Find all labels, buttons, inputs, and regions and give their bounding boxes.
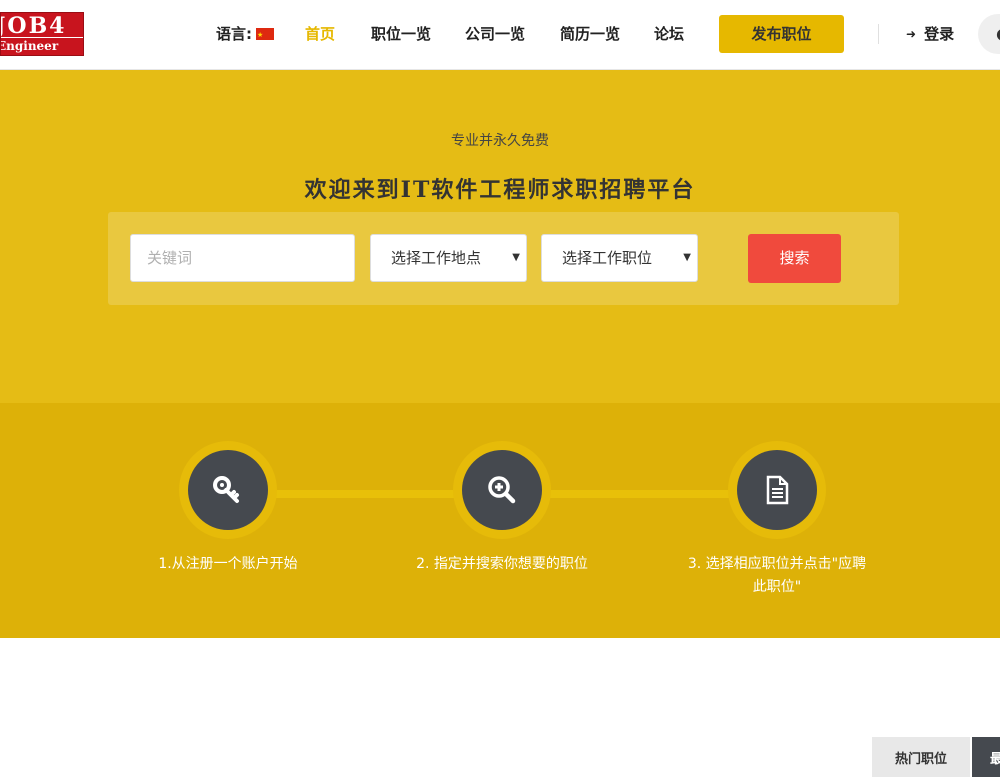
nav-item-jobs[interactable]: 职位一览 bbox=[371, 24, 431, 44]
step-2-badge bbox=[453, 441, 551, 539]
user-icon: ● bbox=[996, 24, 1000, 43]
nav-item-resumes[interactable]: 简历一览 bbox=[560, 24, 620, 44]
location-select-value: 选择工作地点 bbox=[391, 249, 482, 267]
keyword-input[interactable] bbox=[130, 234, 355, 282]
language-label: 语言: bbox=[216, 25, 252, 43]
document-icon bbox=[766, 475, 789, 505]
site-logo[interactable]: JOB4 Engineer bbox=[0, 12, 84, 56]
hero-title: 欢迎来到IT软件工程师求职招聘平台 bbox=[304, 177, 696, 203]
chevron-down-icon: ▼ bbox=[512, 252, 520, 263]
site-header: JOB4 Engineer 语言: 首页 职位一览 公司一览 简历一览 论坛 发… bbox=[0, 0, 1000, 70]
step-connector bbox=[270, 490, 460, 498]
step-3-text: 3. 选择相应职位并点击"应聘此职位" bbox=[687, 556, 867, 595]
nav-divider bbox=[878, 24, 879, 44]
location-select[interactable]: 选择工作地点 ▼ bbox=[370, 234, 527, 282]
nav-item-home[interactable]: 首页 bbox=[305, 24, 335, 44]
hero-section: 专业并永久免费 欢迎来到IT软件工程师求职招聘平台 选择工作地点 ▼ 选择工作职… bbox=[0, 70, 1000, 403]
key-icon bbox=[213, 476, 239, 503]
login-label: 登录 bbox=[924, 25, 955, 43]
step-1-text: 1.从注册一个账户开始 bbox=[158, 556, 298, 572]
hero-tagline: 专业并永久免费 bbox=[451, 133, 549, 149]
step-2-text: 2. 指定并搜索你想要的职位 bbox=[416, 556, 588, 572]
post-job-button[interactable]: 发布职位 bbox=[719, 15, 844, 53]
step-3-circle bbox=[737, 450, 817, 530]
language-selector[interactable]: 语言: bbox=[216, 24, 274, 45]
login-link[interactable]: ➜ 登录 bbox=[906, 24, 954, 44]
search-button[interactable]: 搜索 bbox=[748, 234, 841, 283]
step-3-badge bbox=[728, 441, 826, 539]
china-flag-icon bbox=[256, 25, 274, 45]
tab-hot-jobs[interactable]: 热门职位 bbox=[872, 737, 970, 777]
step-connector bbox=[545, 490, 735, 498]
logo-text-bottom: Engineer bbox=[1, 37, 83, 54]
step-1-circle bbox=[188, 450, 268, 530]
how-it-works-section: 1.从注册一个账户开始 2. 指定并搜索你想要的职位 3. 选择相应职位并点击"… bbox=[0, 403, 1000, 638]
logo-text-top: JOB4 bbox=[0, 13, 67, 39]
job-search-form: 选择工作地点 ▼ 选择工作职位 ▼ 搜索 bbox=[108, 212, 899, 305]
step-1-badge bbox=[179, 441, 277, 539]
job-select[interactable]: 选择工作职位 ▼ bbox=[541, 234, 698, 282]
search-plus-icon bbox=[488, 476, 516, 504]
step-2-circle bbox=[462, 450, 542, 530]
job-select-value: 选择工作职位 bbox=[562, 249, 653, 267]
sign-in-icon: ➜ bbox=[906, 27, 917, 41]
nav-item-forum[interactable]: 论坛 bbox=[654, 24, 684, 44]
tab-latest-jobs[interactable]: 最 bbox=[972, 737, 1000, 777]
nav-item-companies[interactable]: 公司一览 bbox=[465, 24, 525, 44]
chevron-down-icon: ▼ bbox=[683, 252, 691, 263]
user-menu-button[interactable]: ● bbox=[978, 14, 1000, 54]
